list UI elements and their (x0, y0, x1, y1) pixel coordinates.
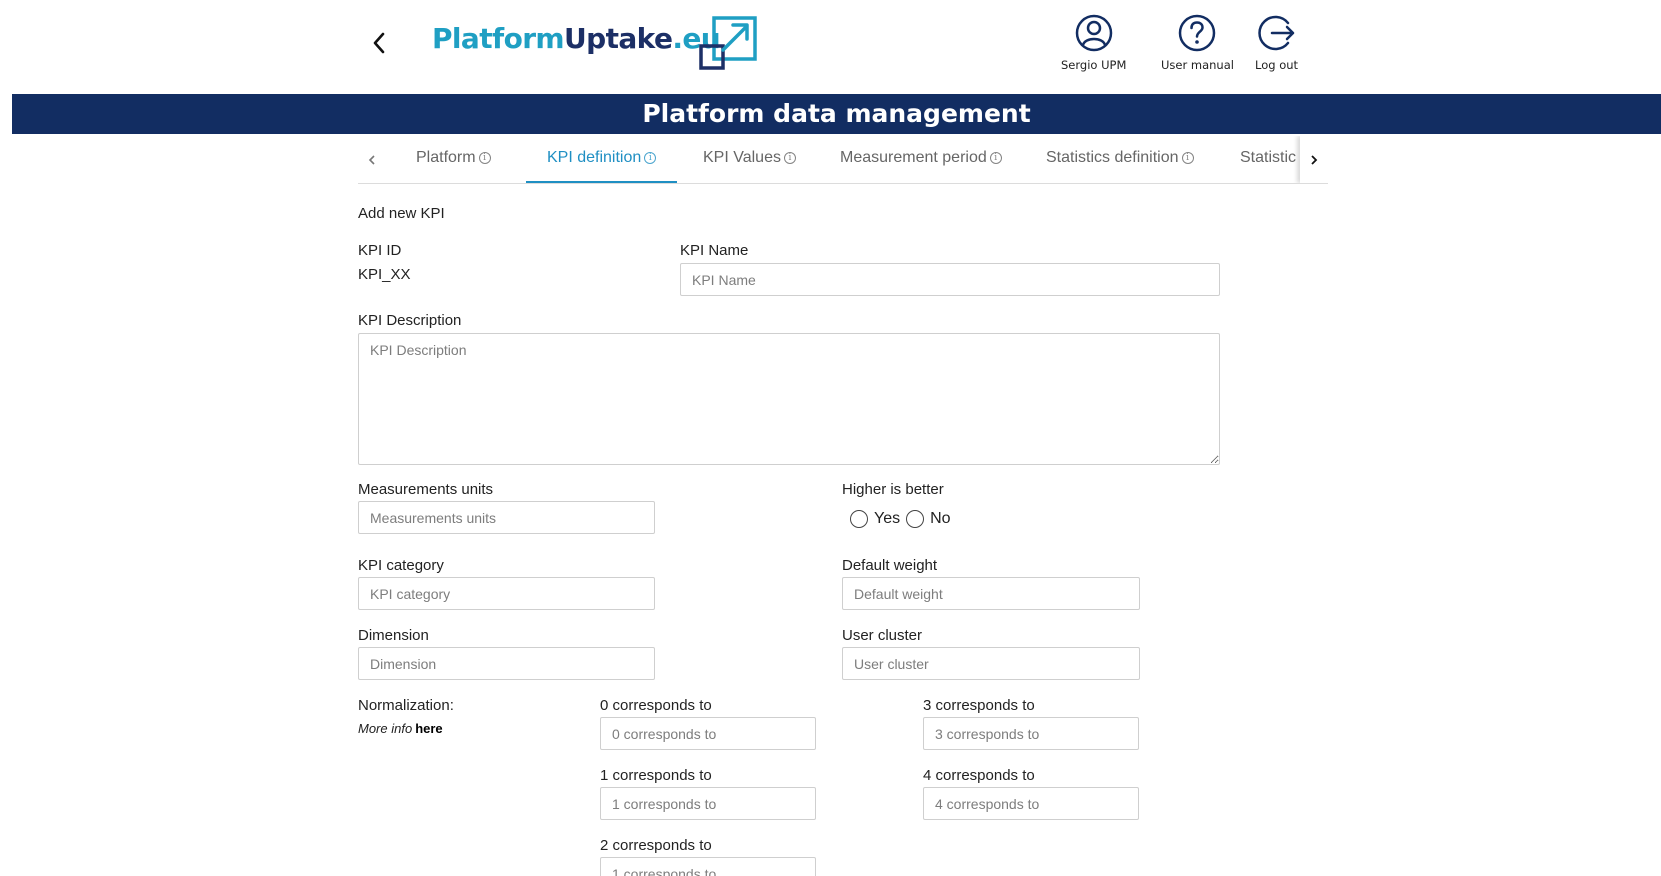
default-weight-label: Default weight (842, 557, 938, 574)
tab-scroll-right-button[interactable] (1300, 136, 1328, 183)
norm-4-input[interactable] (923, 787, 1139, 820)
radio-circle[interactable] (850, 510, 868, 528)
dimension-label: Dimension (358, 627, 429, 644)
kpi-id-value: KPI_XX (358, 266, 411, 283)
norm-1-input[interactable] (600, 787, 816, 820)
norm-0-input[interactable] (600, 717, 816, 750)
info-icon: i (1181, 151, 1194, 164)
tab-scroll-left-button[interactable] (358, 136, 386, 183)
back-button[interactable] (368, 30, 390, 56)
norm-2-input[interactable] (600, 857, 816, 876)
norm-0-label: 0 corresponds to (600, 697, 712, 714)
norm-3-input[interactable] (923, 717, 1139, 750)
user-icon (1075, 14, 1112, 52)
page-title-banner: Platform data management (12, 94, 1661, 134)
radio-circle[interactable] (906, 510, 925, 528)
info-icon: i (478, 151, 491, 164)
tab-bar: Platform i KPI definition i KPI Values i Me… (358, 136, 1328, 184)
logo[interactable]: PlatformUptake.eu (432, 14, 762, 72)
info-icon: i (989, 151, 1002, 164)
kpi-category-input[interactable] (358, 577, 655, 610)
default-weight-input[interactable] (842, 577, 1140, 610)
norm-4-label: 4 corresponds to (923, 767, 1035, 784)
norm-2-label: 2 corresponds to (600, 837, 712, 854)
dimension-input[interactable] (358, 647, 655, 680)
user-manual-label: User manual (1161, 58, 1234, 72)
higher-is-better-radio-group: Yes No (850, 510, 957, 528)
norm-1-label: 1 corresponds to (600, 767, 712, 784)
info-icon: i (783, 151, 796, 164)
user-cluster-label: User cluster (842, 627, 923, 644)
tab-platform[interactable]: Platform i (410, 136, 497, 183)
tab-kpi-values[interactable]: KPI Values i (697, 136, 802, 183)
help-icon (1179, 14, 1216, 52)
user-name-label: Sergio UPM (1061, 58, 1127, 72)
chevron-right-icon (1311, 154, 1318, 165)
norm-3-label: 3 corresponds to (923, 697, 1035, 714)
measurement-units-input[interactable] (358, 501, 655, 534)
user-cluster-input[interactable] (842, 647, 1140, 680)
kpi-name-label: KPI Name (680, 242, 749, 259)
tab-kpi-definition[interactable]: KPI definition i (525, 136, 678, 183)
kpi-id-label: KPI ID (358, 242, 402, 259)
logout-button[interactable]: Log out (1255, 14, 1298, 72)
tab-statistics-definition[interactable]: Statistics definition i (1040, 136, 1200, 183)
higher-is-better-label: Higher is better (842, 481, 944, 498)
more-info-here-link[interactable]: here (415, 721, 442, 736)
logo-text: PlatformUptake.eu (432, 22, 721, 55)
user-profile-button[interactable]: Sergio UPM (1061, 14, 1126, 72)
kpi-name-input[interactable] (680, 263, 1220, 296)
expand-logo-icon (699, 16, 757, 70)
higher-is-better-yes-radio[interactable]: Yes (850, 510, 900, 528)
chevron-left-icon (373, 32, 385, 54)
logout-icon (1257, 15, 1294, 51)
user-manual-button[interactable]: User manual (1161, 14, 1234, 72)
kpi-category-label: KPI category (358, 557, 444, 574)
logout-label: Log out (1255, 58, 1299, 72)
normalization-more-info: More info here (358, 721, 443, 736)
kpi-description-textarea[interactable] (358, 333, 1220, 465)
tab-measurement-period[interactable]: Measurement period i (834, 136, 1008, 183)
normalization-label: Normalization: (358, 697, 454, 714)
info-icon: i (644, 151, 657, 164)
higher-is-better-no-radio[interactable]: No (906, 510, 951, 528)
app-header: PlatformUptake.eu Sergio UPM User manual… (0, 0, 1661, 94)
form-title: Add new KPI (358, 205, 445, 222)
tab-statistics[interactable]: Statistic (1234, 136, 1302, 183)
chevron-left-icon (368, 154, 375, 165)
kpi-description-label: KPI Description (358, 312, 462, 329)
measurement-units-label: Measurements units (358, 481, 494, 498)
